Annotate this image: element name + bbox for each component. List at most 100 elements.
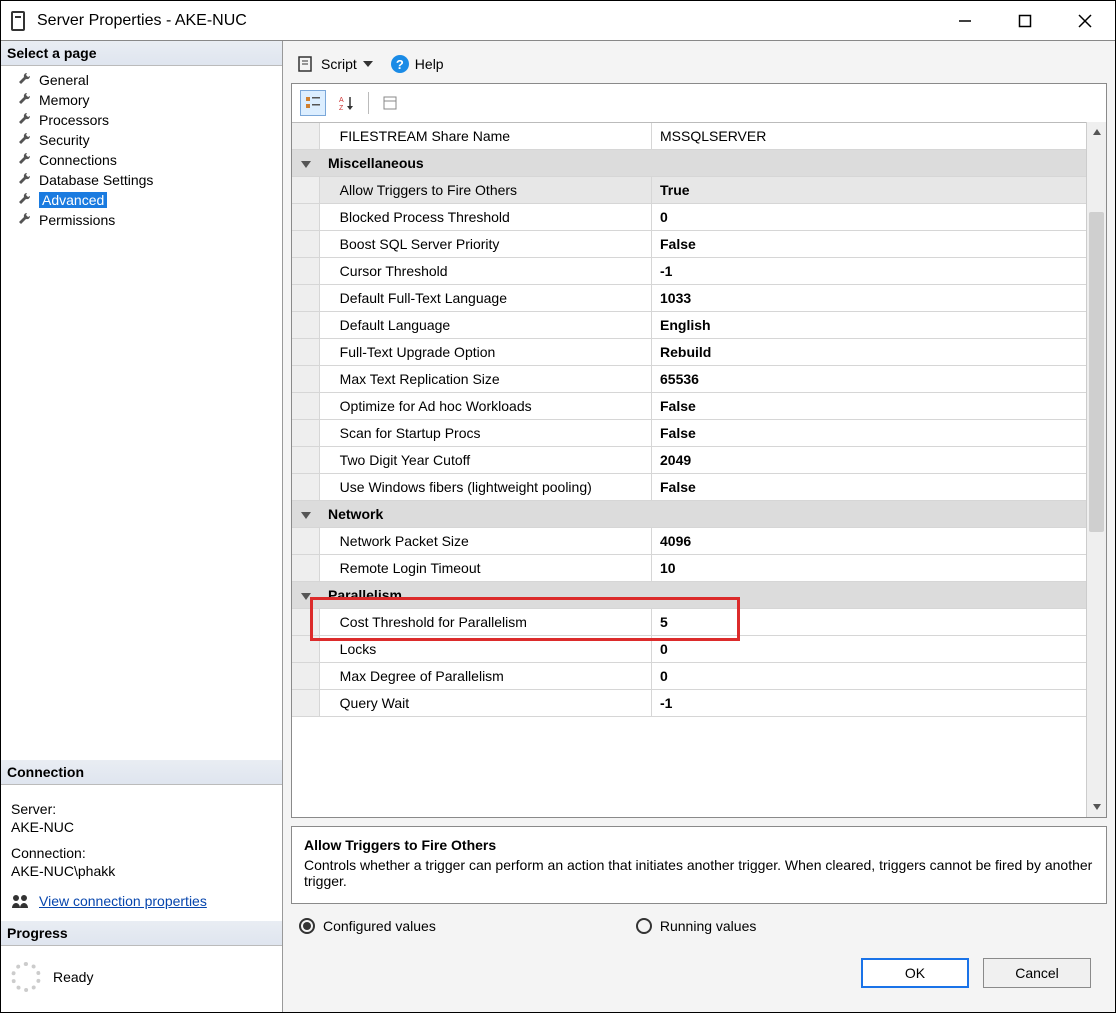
scroll-thumb[interactable] <box>1089 212 1104 532</box>
property-row[interactable]: Query Wait-1 <box>292 690 1086 717</box>
property-name: Full-Text Upgrade Option <box>320 339 652 365</box>
property-row[interactable]: Default Full-Text Language1033 <box>292 285 1086 312</box>
close-button[interactable] <box>1055 1 1115 41</box>
configured-values-radio[interactable]: Configured values <box>299 918 436 934</box>
row-gutter <box>292 690 320 716</box>
property-value[interactable]: -1 <box>652 690 1086 716</box>
cancel-button[interactable]: Cancel <box>983 958 1091 988</box>
row-gutter <box>292 582 320 608</box>
property-name: Miscellaneous <box>320 150 652 176</box>
property-value[interactable]: 0 <box>652 663 1086 689</box>
connection-icon <box>11 893 33 909</box>
property-row[interactable]: Max Degree of Parallelism0 <box>292 663 1086 690</box>
page-item-advanced[interactable]: Advanced <box>1 190 282 210</box>
connection-section: Server: AKE-NUC Connection: AKE-NUC\phak… <box>1 785 282 921</box>
property-value[interactable]: 1033 <box>652 285 1086 311</box>
property-value[interactable] <box>652 150 1086 176</box>
property-row[interactable]: Cost Threshold for Parallelism5 <box>292 609 1086 636</box>
property-row[interactable]: Network Packet Size4096 <box>292 528 1086 555</box>
property-row[interactable]: Full-Text Upgrade OptionRebuild <box>292 339 1086 366</box>
property-value[interactable]: Rebuild <box>652 339 1086 365</box>
property-value[interactable]: False <box>652 393 1086 419</box>
property-row[interactable]: Max Text Replication Size65536 <box>292 366 1086 393</box>
property-row[interactable]: Blocked Process Threshold0 <box>292 204 1086 231</box>
toolbar-separator <box>368 92 369 114</box>
page-item-connections[interactable]: Connections <box>1 150 282 170</box>
category-row[interactable]: Network <box>292 501 1086 528</box>
page-item-memory[interactable]: Memory <box>1 90 282 110</box>
property-value[interactable]: -1 <box>652 258 1086 284</box>
property-row[interactable]: Use Windows fibers (lightweight pooling)… <box>292 474 1086 501</box>
running-values-radio[interactable]: Running values <box>636 918 757 934</box>
row-gutter <box>292 555 320 581</box>
category-row[interactable]: Miscellaneous <box>292 150 1086 177</box>
property-value[interactable]: 5 <box>652 609 1086 635</box>
property-value[interactable] <box>652 501 1086 527</box>
ok-button[interactable]: OK <box>861 958 969 988</box>
help-button[interactable]: ? Help <box>391 55 444 73</box>
wrench-icon <box>17 192 33 208</box>
wrench-icon <box>17 212 33 228</box>
property-value[interactable]: 0 <box>652 204 1086 230</box>
property-value[interactable]: 2049 <box>652 447 1086 473</box>
property-value[interactable]: 4096 <box>652 528 1086 554</box>
property-value[interactable]: 65536 <box>652 366 1086 392</box>
connection-header: Connection <box>1 760 282 785</box>
property-row[interactable]: FILESTREAM Share NameMSSQLSERVER <box>292 123 1086 150</box>
page-item-general[interactable]: General <box>1 70 282 90</box>
property-name: Cost Threshold for Parallelism <box>320 609 652 635</box>
property-value[interactable]: False <box>652 231 1086 257</box>
property-value[interactable]: False <box>652 474 1086 500</box>
row-gutter <box>292 393 320 419</box>
wrench-icon <box>17 152 33 168</box>
row-gutter <box>292 312 320 338</box>
minimize-button[interactable] <box>935 1 995 41</box>
page-item-processors[interactable]: Processors <box>1 110 282 130</box>
right-pane: Script ? Help AZ <box>283 41 1115 1012</box>
row-gutter <box>292 204 320 230</box>
row-gutter <box>292 636 320 662</box>
grid-body: FILESTREAM Share NameMSSQLSERVERMiscella… <box>292 122 1086 817</box>
property-row[interactable]: Scan for Startup ProcsFalse <box>292 420 1086 447</box>
page-item-database-settings[interactable]: Database Settings <box>1 170 282 190</box>
property-value[interactable]: MSSQLSERVER <box>652 123 1086 149</box>
property-row[interactable]: Locks0 <box>292 636 1086 663</box>
pages-header: Select a page <box>1 41 282 66</box>
property-row[interactable]: Default LanguageEnglish <box>292 312 1086 339</box>
row-gutter <box>292 123 320 149</box>
property-value[interactable]: True <box>652 177 1086 203</box>
property-row[interactable]: Two Digit Year Cutoff2049 <box>292 447 1086 474</box>
property-value[interactable]: 0 <box>652 636 1086 662</box>
app-icon <box>11 11 25 31</box>
property-value[interactable] <box>652 582 1086 608</box>
values-radio-group: Configured values Running values <box>291 904 1107 940</box>
maximize-button[interactable] <box>995 1 1055 41</box>
property-row[interactable]: Optimize for Ad hoc WorkloadsFalse <box>292 393 1086 420</box>
page-item-security[interactable]: Security <box>1 130 282 150</box>
scroll-up-icon[interactable] <box>1087 122 1106 142</box>
category-row[interactable]: Parallelism <box>292 582 1086 609</box>
property-name: Allow Triggers to Fire Others <box>320 177 652 203</box>
alphabetical-button[interactable]: AZ <box>334 90 360 116</box>
script-button[interactable]: Script <box>297 55 373 73</box>
wrench-icon <box>17 112 33 128</box>
vertical-scrollbar[interactable] <box>1086 122 1106 817</box>
page-item-permissions[interactable]: Permissions <box>1 210 282 230</box>
progress-header: Progress <box>1 921 282 946</box>
property-name: Parallelism <box>320 582 652 608</box>
property-row[interactable]: Remote Login Timeout10 <box>292 555 1086 582</box>
view-connection-link[interactable]: View connection properties <box>39 893 207 909</box>
page-item-label: Processors <box>39 112 109 128</box>
row-gutter <box>292 258 320 284</box>
categorized-button[interactable] <box>300 90 326 116</box>
property-value[interactable]: False <box>652 420 1086 446</box>
property-value[interactable]: English <box>652 312 1086 338</box>
scroll-down-icon[interactable] <box>1087 797 1106 817</box>
property-row[interactable]: Boost SQL Server PriorityFalse <box>292 231 1086 258</box>
property-value[interactable]: 10 <box>652 555 1086 581</box>
title-bar: Server Properties - AKE-NUC <box>1 1 1115 41</box>
property-row[interactable]: Cursor Threshold-1 <box>292 258 1086 285</box>
row-gutter <box>292 150 320 176</box>
property-pages-button[interactable] <box>377 90 403 116</box>
property-row[interactable]: Allow Triggers to Fire OthersTrue <box>292 177 1086 204</box>
